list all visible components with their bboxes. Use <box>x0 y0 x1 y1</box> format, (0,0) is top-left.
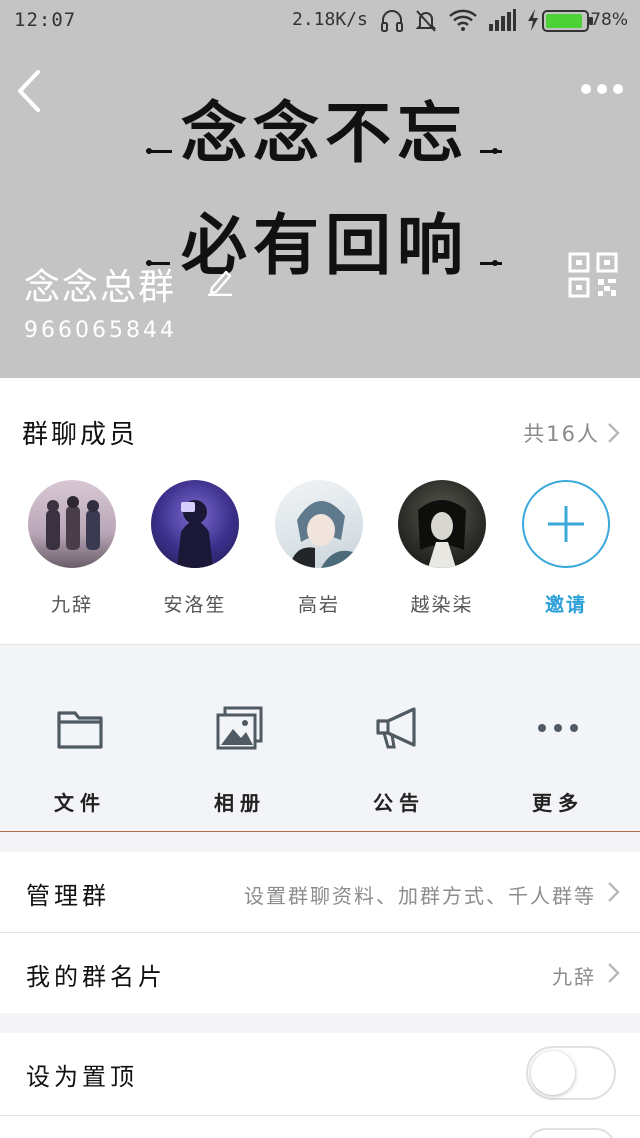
status-time: 12:07 <box>14 9 77 31</box>
member-item[interactable]: 安洛笙 <box>147 480 243 617</box>
pin-to-top-toggle[interactable] <box>526 1046 616 1100</box>
invite-circle <box>522 480 610 568</box>
signal-icon <box>489 9 516 31</box>
more-options-icon[interactable] <box>580 80 624 98</box>
manage-group-hint: 设置群聊资料、加群方式、千人群等 <box>244 884 596 908</box>
member-name: 九辞 <box>50 594 93 616</box>
qr-code-icon[interactable] <box>568 252 618 298</box>
invite-member-button[interactable]: 邀请 <box>518 480 614 617</box>
banner-line-1: 念念不忘 <box>181 95 469 172</box>
wifi-icon <box>449 9 477 31</box>
battery-percent: 78% <box>590 10 628 30</box>
invite-label: 邀请 <box>544 594 587 616</box>
group-name: 念念总群 <box>24 267 177 308</box>
group-actions-bar: 文件 相册 公告 更多 <box>0 644 640 832</box>
pin-to-top-label: 设为置顶 <box>26 1063 138 1091</box>
manage-group-label: 管理群 <box>26 882 110 910</box>
more-button[interactable]: 更多 <box>508 705 608 816</box>
headphones-icon <box>381 10 403 32</box>
member-item[interactable]: 高岩 <box>271 480 367 617</box>
member-name: 高岩 <box>297 594 340 616</box>
member-avatar <box>398 480 486 568</box>
members-title: 群聊成员 <box>22 420 139 450</box>
album-icon <box>216 706 263 750</box>
member-avatar <box>151 480 239 568</box>
pin-to-top-row: 设为置顶 <box>0 1033 640 1115</box>
more-label: 更多 <box>532 791 584 815</box>
more-dots-icon <box>538 724 578 732</box>
member-avatar <box>28 480 116 568</box>
my-group-card-value: 九辞 <box>552 965 596 989</box>
member-name: 越染柒 <box>410 594 474 616</box>
my-group-card-row[interactable]: 我的群名片 九辞 <box>0 933 640 1013</box>
member-name: 安洛笙 <box>163 594 227 616</box>
next-setting-toggle[interactable] <box>526 1128 616 1138</box>
folder-icon <box>57 711 103 749</box>
chevron-right-icon <box>608 963 620 983</box>
battery-icon <box>542 10 593 32</box>
members-count: 共16人 <box>523 422 600 446</box>
toggle-knob <box>531 1051 575 1095</box>
announcement-label: 公告 <box>373 791 425 815</box>
group-header: 12:07 2.18K/s 78% 念念不忘 必有回响 念念总群 9660658… <box>0 0 640 378</box>
megaphone-icon <box>376 707 416 749</box>
network-speed: 2.18K/s <box>292 9 368 30</box>
next-setting-row <box>0 1116 640 1138</box>
status-bar: 12:07 2.18K/s 78% <box>0 0 640 44</box>
member-item[interactable]: 九辞 <box>24 480 120 617</box>
plus-icon <box>548 506 584 542</box>
album-label: 相册 <box>214 791 266 815</box>
announcement-button[interactable]: 公告 <box>349 705 449 816</box>
manage-group-row[interactable]: 管理群 设置群聊资料、加群方式、千人群等 <box>0 852 640 932</box>
group-members-section: 群聊成员 共16人 九辞 安洛笙 高岩 越染柒 邀请 <box>0 378 640 644</box>
edit-pencil-icon[interactable] <box>206 266 234 296</box>
chevron-right-icon <box>608 423 620 443</box>
group-id: 966065844 <box>24 318 177 343</box>
my-group-card-label: 我的群名片 <box>26 963 166 991</box>
muted-bell-icon <box>415 10 437 32</box>
album-button[interactable]: 相册 <box>190 705 290 816</box>
charging-icon <box>528 9 538 31</box>
files-button[interactable]: 文件 <box>30 705 130 816</box>
member-avatar <box>275 480 363 568</box>
chevron-right-icon <box>608 882 620 902</box>
group-banner-image: 念念不忘 必有回响 <box>140 80 510 284</box>
members-total[interactable]: 共16人 <box>523 418 620 448</box>
banner-line-2: 必有回响 <box>181 207 469 284</box>
back-arrow-icon[interactable] <box>14 68 44 114</box>
member-item[interactable]: 越染柒 <box>394 480 490 617</box>
files-label: 文件 <box>54 791 106 815</box>
